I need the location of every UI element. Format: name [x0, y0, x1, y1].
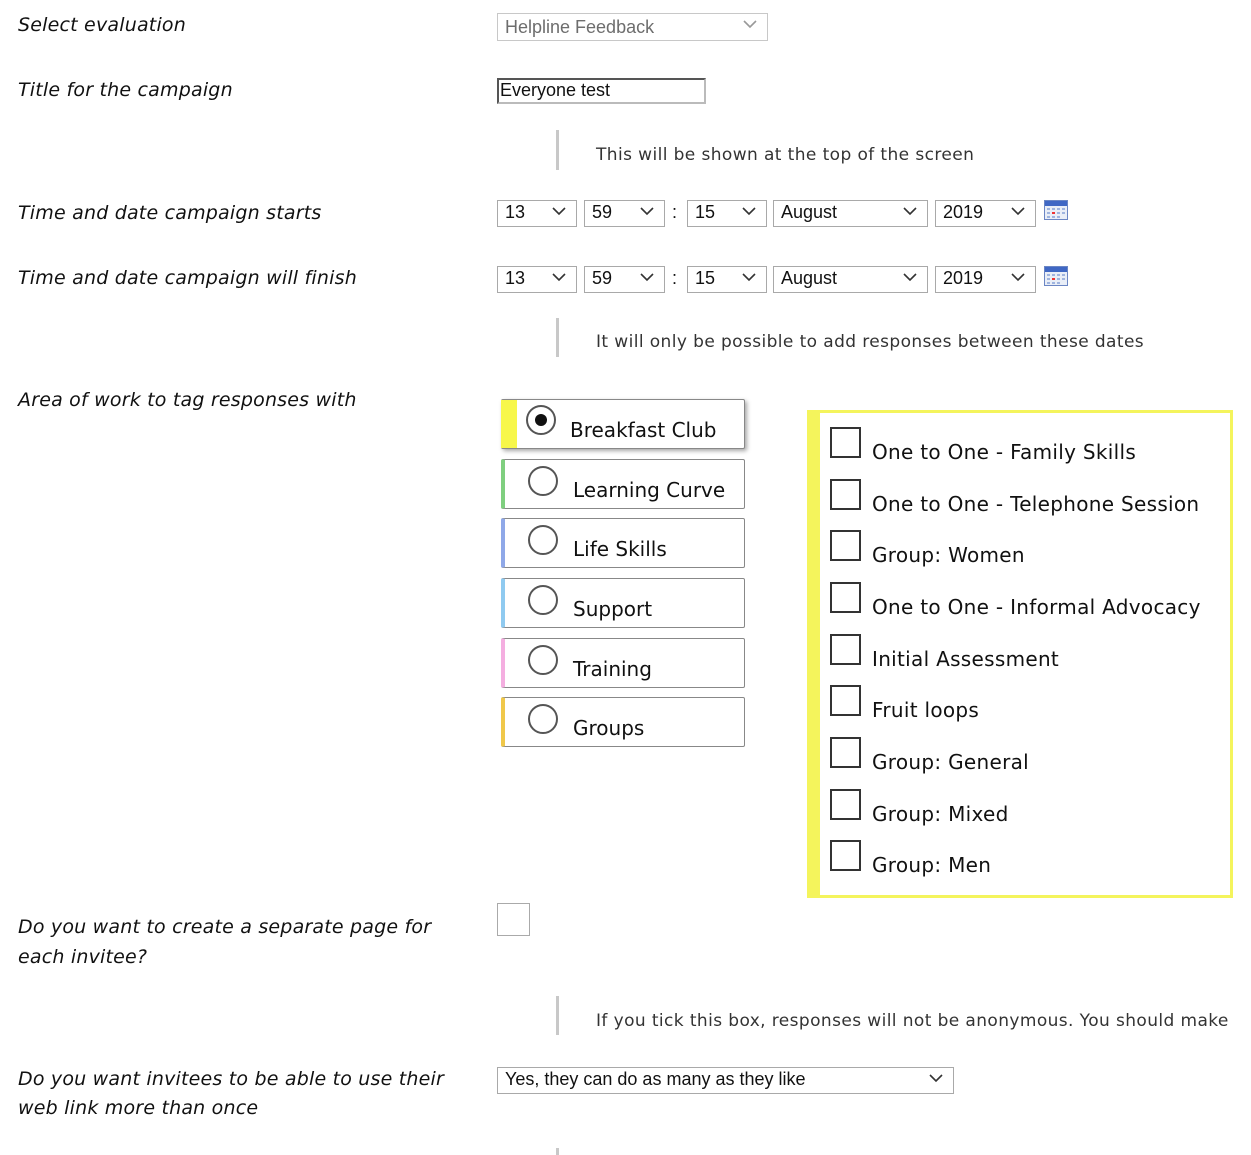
area-of-work-label: Area of work to tag responses with — [18, 389, 357, 411]
sub-area-checkbox-panel: One to One - Family Skills One to One - … — [807, 410, 1233, 898]
start-year-value: 2019 — [943, 202, 984, 222]
chevron-down-icon — [903, 207, 917, 216]
chevron-down-icon — [1011, 273, 1025, 282]
radio-button[interactable] — [528, 645, 558, 675]
area-option-training[interactable]: Training — [501, 638, 745, 688]
area-option-learning-curve[interactable]: Learning Curve — [501, 459, 745, 509]
finish-month-select[interactable]: August — [773, 266, 928, 293]
title-help-text: This will be shown at the top of the scr… — [596, 145, 975, 165]
area-option-breakfast-club[interactable]: Breakfast Club — [501, 399, 745, 449]
checkbox[interactable] — [830, 582, 861, 613]
checkbox[interactable] — [830, 479, 861, 510]
chevron-down-icon — [552, 273, 566, 282]
finish-minute-select[interactable]: 59 — [584, 266, 665, 293]
start-hour-select[interactable]: 13 — [497, 200, 577, 227]
note-divider — [556, 1148, 559, 1155]
area-option-label: Training — [573, 657, 652, 681]
start-minute-value: 59 — [592, 202, 613, 222]
chevron-down-icon — [903, 273, 917, 282]
radio-button[interactable] — [528, 525, 558, 555]
chevron-down-icon — [742, 207, 756, 216]
time-separator: : — [672, 202, 678, 222]
evaluation-select[interactable]: Helpline Feedback — [497, 13, 768, 41]
start-hour-value: 13 — [505, 202, 526, 222]
select-evaluation-label: Select evaluation — [18, 14, 186, 36]
area-option-life-skills[interactable]: Life Skills — [501, 518, 745, 568]
checkbox[interactable] — [830, 685, 861, 716]
checkbox[interactable] — [830, 634, 861, 665]
finish-hour-select[interactable]: 13 — [497, 266, 577, 293]
checkbox[interactable] — [830, 530, 861, 561]
reuse-link-select[interactable]: Yes, they can do as many as they like — [497, 1067, 954, 1094]
time-separator: : — [672, 268, 678, 288]
area-option-label: Life Skills — [573, 537, 667, 561]
campaign-title-label: Title for the campaign — [18, 79, 233, 101]
reuse-link-label-line1: Do you want invitees to be able to use t… — [18, 1068, 445, 1090]
reuse-link-value: Yes, they can do as many as they like — [505, 1069, 806, 1089]
checkbox[interactable] — [830, 737, 861, 768]
checkbox-label: Initial Assessment — [872, 647, 1060, 671]
start-day-select[interactable]: 15 — [687, 200, 767, 227]
finish-year-value: 2019 — [943, 268, 984, 288]
note-divider — [556, 996, 559, 1035]
finish-hour-value: 13 — [505, 268, 526, 288]
area-option-label: Breakfast Club — [570, 418, 717, 442]
checkbox[interactable] — [830, 427, 861, 458]
separate-page-label-line1: Do you want to create a separate page fo… — [18, 916, 432, 938]
chevron-down-icon — [742, 273, 756, 282]
reuse-link-label-line2: web link more than once — [18, 1097, 259, 1119]
note-divider — [556, 318, 559, 357]
checkbox-label: Fruit loops — [872, 698, 980, 722]
radio-button[interactable] — [528, 466, 558, 496]
finish-month-value: August — [781, 268, 838, 288]
radio-button[interactable] — [528, 585, 558, 615]
note-divider — [556, 130, 559, 170]
checkbox-label: Group: Men — [872, 853, 992, 877]
start-time-label: Time and date campaign starts — [18, 202, 322, 224]
calendar-icon[interactable] — [1044, 266, 1068, 286]
evaluation-select-value: Helpline Feedback — [505, 17, 655, 37]
finish-day-value: 15 — [695, 268, 716, 288]
separate-page-checkbox[interactable] — [497, 903, 530, 936]
finish-day-select[interactable]: 15 — [687, 266, 767, 293]
chevron-down-icon — [552, 207, 566, 216]
radio-button[interactable] — [528, 704, 558, 734]
finish-year-select[interactable]: 2019 — [935, 266, 1036, 293]
checkbox-label: Group: General — [872, 750, 1030, 774]
separate-page-label-line2: each invitee? — [18, 946, 148, 968]
chevron-down-icon — [640, 273, 654, 282]
chevron-down-icon — [1011, 207, 1025, 216]
chevron-down-icon — [640, 207, 654, 216]
chevron-down-icon — [743, 20, 757, 29]
checkbox-label: Group: Mixed — [872, 802, 1009, 826]
radio-selected-dot — [535, 414, 547, 426]
start-month-select[interactable]: August — [773, 200, 928, 227]
area-option-label: Support — [573, 597, 653, 621]
checkbox[interactable] — [830, 840, 861, 871]
color-stripe — [501, 400, 517, 448]
area-option-label: Groups — [573, 716, 645, 740]
checkbox[interactable] — [830, 789, 861, 820]
campaign-title-input[interactable]: Everyone test — [497, 78, 706, 104]
chevron-down-icon — [929, 1074, 943, 1083]
start-day-value: 15 — [695, 202, 716, 222]
finish-minute-value: 59 — [592, 268, 613, 288]
start-month-value: August — [781, 202, 838, 222]
checkbox-label: One to One - Informal Advocacy — [872, 595, 1201, 619]
anonymity-warning-text: If you tick this box, responses will not… — [596, 1011, 1229, 1031]
area-option-label: Learning Curve — [573, 478, 726, 502]
calendar-icon[interactable] — [1044, 200, 1068, 220]
dates-help-text: It will only be possible to add response… — [596, 332, 1145, 352]
finish-time-label: Time and date campaign will finish — [18, 267, 357, 289]
radio-button[interactable] — [526, 405, 556, 435]
area-option-groups[interactable]: Groups — [501, 697, 745, 747]
start-minute-select[interactable]: 59 — [584, 200, 665, 227]
area-option-support[interactable]: Support — [501, 578, 745, 628]
checkbox-label: One to One - Telephone Session — [872, 492, 1200, 516]
checkbox-label: Group: Women — [872, 543, 1025, 567]
start-year-select[interactable]: 2019 — [935, 200, 1036, 227]
checkbox-label: One to One - Family Skills — [872, 440, 1137, 464]
